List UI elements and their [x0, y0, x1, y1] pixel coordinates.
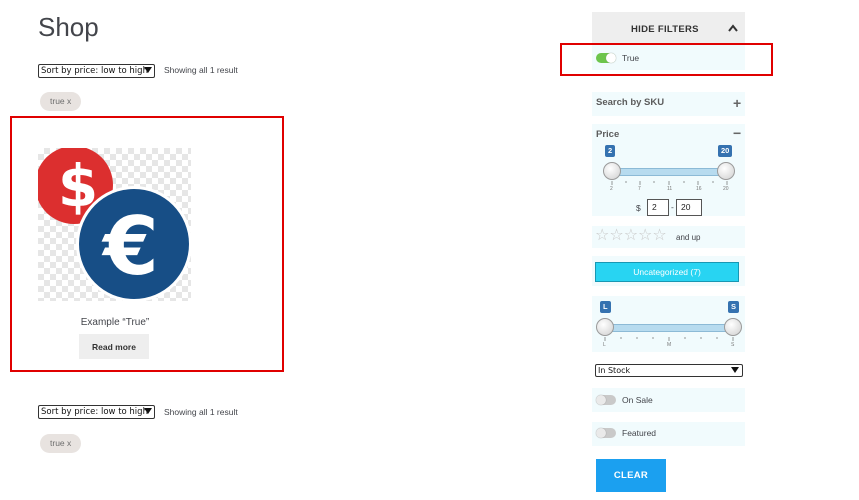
- size-min-handle[interactable]: [596, 318, 614, 336]
- sort-select-bottom[interactable]: Sort by price: low to high: [38, 405, 155, 419]
- size-max-tooltip: S: [728, 301, 740, 313]
- stock-status-value: In Stock: [598, 366, 631, 375]
- euro-coin-icon: €: [76, 186, 191, 301]
- plus-icon[interactable]: +: [733, 96, 741, 110]
- minus-icon[interactable]: −: [733, 126, 741, 140]
- active-filter-chip-bottom[interactable]: true x: [40, 434, 82, 453]
- currency-image: $ €: [38, 148, 191, 301]
- currency-symbol: $: [636, 203, 641, 213]
- size-tick-label: S: [731, 342, 735, 348]
- rating-and-up-label: and up: [676, 233, 701, 242]
- filter-highlight-frame: [560, 43, 773, 76]
- price-min-input[interactable]: 2: [647, 199, 669, 216]
- category-uncategorized-button[interactable]: Uncategorized (7): [595, 262, 739, 282]
- rating-stars[interactable]: ☆ ☆ ☆ ☆ ☆: [595, 228, 667, 244]
- price-tick-label: 11: [667, 186, 673, 192]
- chevron-down-icon: [144, 67, 152, 73]
- price-tick-label: 16: [696, 186, 702, 192]
- star-icon[interactable]: ☆: [638, 228, 652, 244]
- size-tick-label: M: [667, 342, 672, 348]
- star-icon[interactable]: ☆: [624, 228, 638, 244]
- chevron-down-icon: [144, 408, 152, 414]
- clear-filters-button[interactable]: CLEAR: [596, 459, 666, 492]
- toggle-knob: [596, 395, 606, 405]
- size-max-handle[interactable]: [724, 318, 742, 336]
- hide-filters-label: HIDE FILTERS: [631, 24, 699, 35]
- price-max-handle[interactable]: [717, 162, 735, 180]
- on-sale-label: On Sale: [622, 395, 653, 405]
- on-sale-toggle[interactable]: [596, 395, 616, 405]
- price-min-handle[interactable]: [603, 162, 621, 180]
- sku-filter-title: Search by SKU: [596, 97, 665, 108]
- stock-status-select[interactable]: In Stock: [595, 364, 743, 377]
- chevron-up-icon: [728, 24, 738, 32]
- product-title[interactable]: Example “True”: [40, 317, 190, 328]
- size-min-tooltip: L: [600, 301, 611, 313]
- page-title: Shop: [38, 12, 99, 42]
- price-slider-track[interactable]: [611, 168, 727, 176]
- svg-text:€: €: [101, 200, 159, 293]
- toggle-knob: [596, 428, 606, 438]
- featured-toggle[interactable]: [596, 428, 616, 438]
- price-max-input[interactable]: 20: [676, 199, 702, 216]
- hide-filters-button[interactable]: HIDE FILTERS: [592, 12, 745, 44]
- featured-label: Featured: [622, 428, 657, 438]
- price-range-dash: -: [671, 202, 674, 212]
- price-max-tooltip: 20: [718, 145, 733, 157]
- sort-select-value: Sort by price: low to high: [41, 407, 148, 417]
- price-tick-label: 7: [638, 186, 641, 192]
- star-icon[interactable]: ☆: [609, 228, 623, 244]
- product-thumbnail[interactable]: $ €: [38, 148, 191, 301]
- price-min-tooltip: 2: [605, 145, 616, 157]
- price-tick-label: 2: [610, 186, 613, 192]
- price-filter-title: Price: [596, 129, 620, 140]
- result-count-top: Showing all 1 result: [164, 65, 238, 75]
- chevron-down-icon: [731, 367, 739, 373]
- read-more-button[interactable]: Read more: [79, 334, 149, 359]
- size-tick-label: L: [603, 342, 606, 348]
- star-icon[interactable]: ☆: [595, 228, 609, 244]
- sort-select-value: Sort by price: low to high: [41, 66, 148, 76]
- star-icon[interactable]: ☆: [652, 228, 666, 244]
- result-count-bottom: Showing all 1 result: [164, 407, 238, 417]
- price-tick-label: 20: [723, 186, 729, 192]
- sort-select-top[interactable]: Sort by price: low to high: [38, 64, 155, 78]
- size-slider-track[interactable]: [604, 324, 733, 332]
- active-filter-chip-top[interactable]: true x: [40, 92, 82, 111]
